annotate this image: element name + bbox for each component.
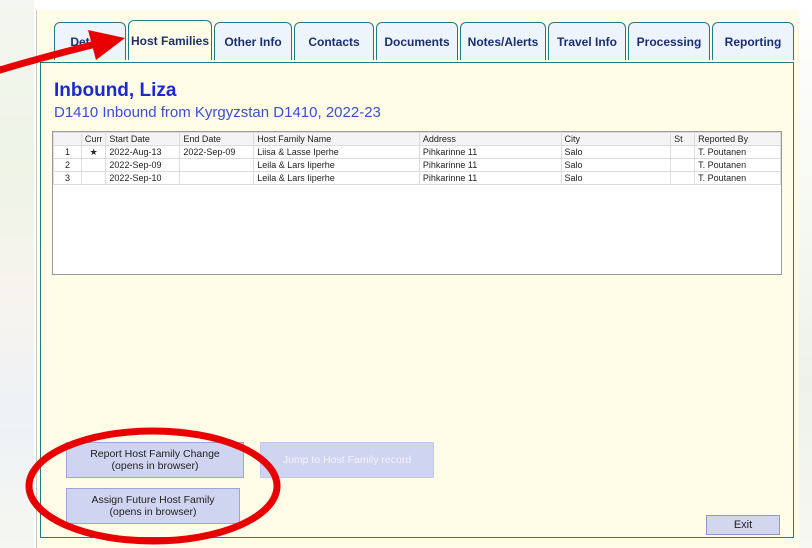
col-header-city[interactable]: City bbox=[560, 132, 672, 146]
state-cell bbox=[670, 145, 696, 159]
table-row[interactable]: 3 2022-Sep-10 Leila & Lars Iiperhe Pihka… bbox=[53, 171, 781, 185]
table-row[interactable]: 1 ★ 2022-Aug-13 2022-Sep-09 Liisa & Lass… bbox=[53, 145, 781, 159]
jump-to-host-family-record-button[interactable]: Jump to Host Family record bbox=[260, 442, 434, 478]
start-date-cell: 2022-Sep-09 bbox=[105, 158, 181, 172]
end-date-cell bbox=[179, 171, 255, 185]
button-label: Assign Future Host Family bbox=[91, 494, 215, 506]
reported-by-cell: T. Poutanen bbox=[694, 158, 781, 172]
student-program-subtitle: D1410 Inbound from Kyrgyzstan D1410, 202… bbox=[54, 104, 381, 121]
end-date-cell bbox=[179, 158, 255, 172]
row-number: 1 bbox=[53, 145, 82, 159]
tab-label: Documents bbox=[384, 34, 450, 49]
col-header-end-date[interactable]: End Date bbox=[179, 132, 255, 146]
row-number: 3 bbox=[53, 171, 82, 185]
tab-label: Details bbox=[70, 34, 110, 49]
tab-travel-info[interactable]: Travel Info bbox=[548, 22, 626, 60]
host-family-table[interactable]: Curr Start Date End Date Host Family Nam… bbox=[52, 131, 782, 275]
row-number: 2 bbox=[53, 158, 82, 172]
host-family-name-cell: Leila & Lars Iiperhe bbox=[253, 158, 420, 172]
assign-future-host-family-button[interactable]: Assign Future Host Family (opens in brow… bbox=[66, 488, 240, 524]
host-family-name-cell: Liisa & Lasse Iperhe bbox=[253, 145, 420, 159]
host-family-name-cell: Leila & Lars Iiperhe bbox=[253, 171, 420, 185]
tab-processing[interactable]: Processing bbox=[628, 22, 710, 60]
tab-label: Other Info bbox=[224, 34, 282, 49]
button-label: Report Host Family Change bbox=[90, 448, 220, 460]
col-header-address[interactable]: Address bbox=[418, 132, 562, 146]
tab-label: Travel Info bbox=[556, 34, 618, 49]
button-label: Exit bbox=[733, 519, 753, 531]
address-cell: Pihkarinne 11 bbox=[418, 145, 562, 159]
col-header-curr[interactable]: Curr bbox=[80, 132, 107, 146]
city-cell: Salo bbox=[560, 145, 672, 159]
tab-notes-alerts[interactable]: Notes/Alerts bbox=[460, 22, 546, 60]
tab-contacts[interactable]: Contacts bbox=[294, 22, 374, 60]
col-header-reported-by[interactable]: Reported By bbox=[694, 132, 781, 146]
current-cell bbox=[80, 171, 107, 185]
tab-label: Contacts bbox=[308, 34, 360, 49]
end-date-cell: 2022-Sep-09 bbox=[179, 145, 255, 159]
button-label: Jump to Host Family record bbox=[282, 454, 412, 466]
current-cell bbox=[80, 158, 107, 172]
tab-reporting[interactable]: Reporting bbox=[712, 22, 794, 60]
col-header-st[interactable]: St bbox=[670, 132, 696, 146]
address-cell: Pihkarinne 11 bbox=[418, 171, 562, 185]
tab-host-families[interactable]: Host Families bbox=[128, 20, 212, 60]
tab-details[interactable]: Details bbox=[54, 22, 126, 60]
tab-other-info[interactable]: Other Info bbox=[214, 22, 292, 60]
tab-documents[interactable]: Documents bbox=[376, 22, 458, 60]
table-header-row: Curr Start Date End Date Host Family Nam… bbox=[53, 132, 781, 146]
exit-button[interactable]: Exit bbox=[706, 515, 780, 535]
address-cell: Pihkarinne 11 bbox=[418, 158, 562, 172]
button-sublabel: (opens in browser) bbox=[111, 460, 199, 472]
col-header-host-family-name[interactable]: Host Family Name bbox=[253, 132, 420, 146]
current-star-icon: ★ bbox=[80, 145, 107, 159]
report-host-family-change-button[interactable]: Report Host Family Change (opens in brow… bbox=[66, 442, 244, 478]
reported-by-cell: T. Poutanen bbox=[694, 145, 781, 159]
tab-label: Reporting bbox=[724, 34, 782, 49]
reported-by-cell: T. Poutanen bbox=[694, 171, 781, 185]
button-sublabel: (opens in browser) bbox=[109, 506, 197, 518]
background-decoration-left bbox=[0, 0, 34, 548]
state-cell bbox=[670, 158, 696, 172]
tab-bar: Details Host Families Other Info Contact… bbox=[54, 20, 796, 62]
student-name: Inbound, Liza bbox=[54, 80, 177, 101]
start-date-cell: 2022-Aug-13 bbox=[105, 145, 181, 159]
col-header-row-number bbox=[53, 132, 82, 146]
col-header-start-date[interactable]: Start Date bbox=[105, 132, 181, 146]
city-cell: Salo bbox=[560, 171, 672, 185]
city-cell: Salo bbox=[560, 158, 672, 172]
table-row[interactable]: 2 2022-Sep-09 Leila & Lars Iiperhe Pihka… bbox=[53, 158, 781, 172]
tab-label: Processing bbox=[636, 34, 702, 49]
start-date-cell: 2022-Sep-10 bbox=[105, 171, 181, 185]
tab-label: Host Families bbox=[130, 33, 210, 48]
tab-label: Notes/Alerts bbox=[467, 34, 539, 49]
state-cell bbox=[670, 171, 696, 185]
